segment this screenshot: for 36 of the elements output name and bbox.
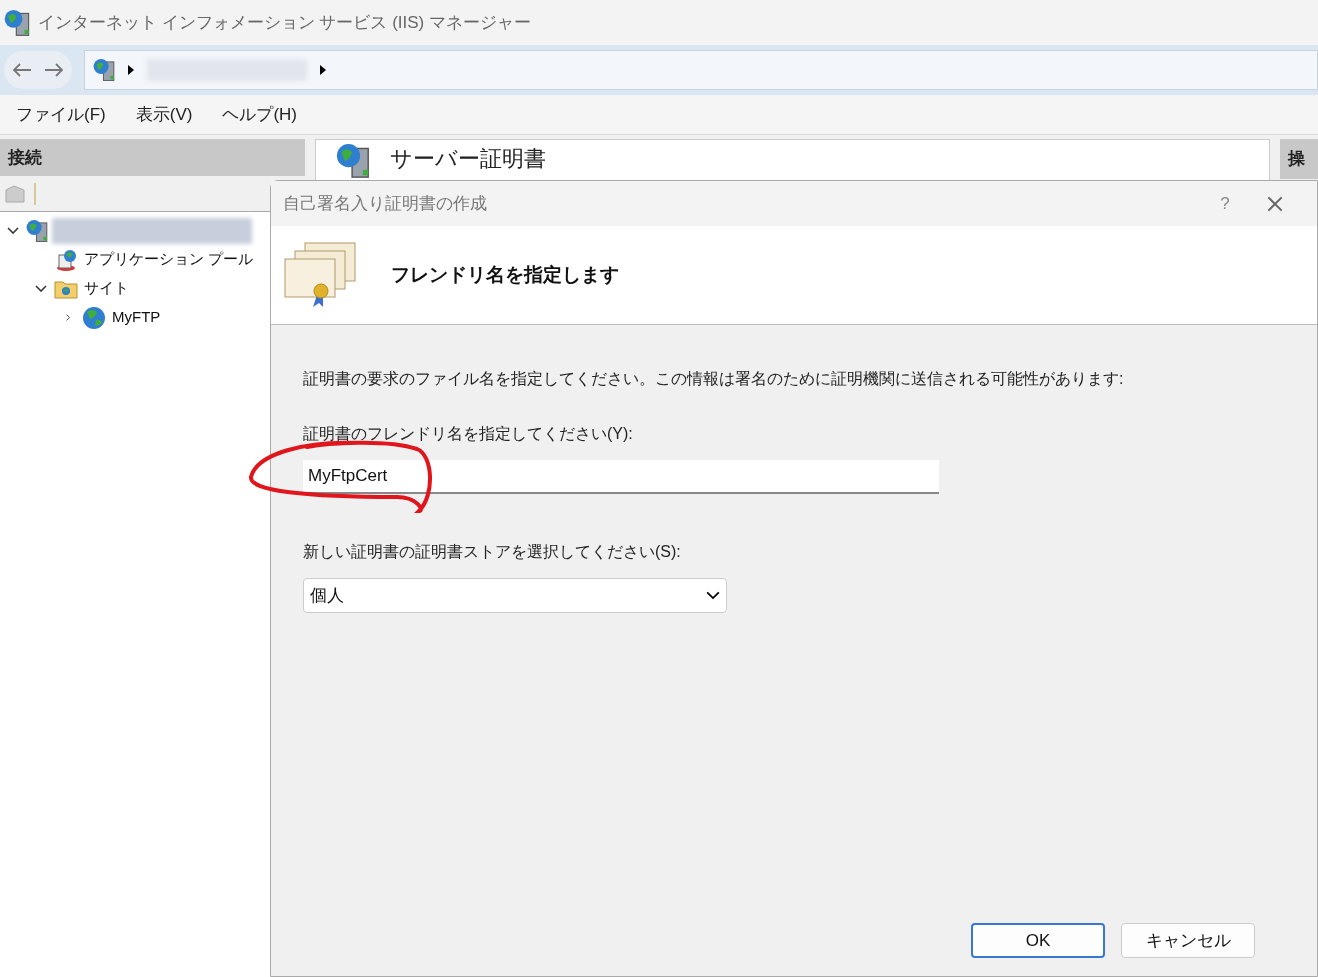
dialog-heading: フレンドリ名を指定します — [391, 262, 619, 287]
panel-header: 接続 — [0, 139, 305, 176]
close-icon — [1267, 195, 1283, 212]
dialog-button[interactable]: キャンセル — [1121, 923, 1255, 958]
breadcrumb-arrow-icon — [319, 64, 327, 76]
dropdown-caret-icon — [706, 591, 720, 600]
breadcrumb-arrow-icon — [127, 64, 135, 76]
description-text: 証明書の要求のファイル名を指定してください。この情報は署名のために証明機関に送信される可能性があります: — [303, 369, 1125, 389]
friendly-name-field[interactable]: MyFtpCert — [303, 460, 939, 494]
server-globe-icon — [26, 219, 48, 242]
dialog-title: 自己署名入り証明書の作成 — [283, 192, 488, 215]
back-arrow-icon[interactable] — [12, 62, 32, 78]
server-globe-icon — [336, 144, 370, 178]
dialog-button[interactable]: OK — [971, 923, 1105, 958]
server-globe-icon — [4, 9, 30, 36]
window-title: インターネット インフォメーション サービス (IIS) マネージャー — [38, 11, 531, 34]
tree-item[interactable]: アプリケーション プール — [82, 248, 256, 271]
certificate-store-dropdown[interactable]: 個人 — [303, 578, 727, 613]
field-label: 証明書のフレンドリ名を指定してください(Y): — [303, 424, 634, 444]
tree-item[interactable]: サイト — [82, 277, 131, 300]
certificate-icon — [283, 241, 359, 309]
tree-item[interactable]: MyFTP — [110, 306, 163, 329]
forward-arrow-icon[interactable] — [44, 62, 64, 78]
panel-header: 操 — [1288, 148, 1305, 171]
globe-icon — [82, 305, 106, 330]
menu-item[interactable]: ヘルプ(H) — [222, 101, 297, 128]
field-label: 新しい証明書の証明書ストアを選択してください(S): — [303, 542, 682, 562]
menu-item[interactable]: 表示(V) — [135, 101, 193, 128]
expand-toggle-icon[interactable] — [65, 314, 73, 321]
back-forward-control[interactable] — [4, 51, 72, 89]
page-heading: サーバー証明書 — [390, 145, 546, 173]
expand-toggle-icon[interactable] — [7, 226, 19, 235]
server-globe-icon — [93, 59, 115, 81]
menu-item[interactable]: ファイル(F) — [16, 101, 106, 128]
expand-toggle-icon[interactable] — [35, 284, 47, 293]
application-pool-icon — [54, 247, 78, 272]
